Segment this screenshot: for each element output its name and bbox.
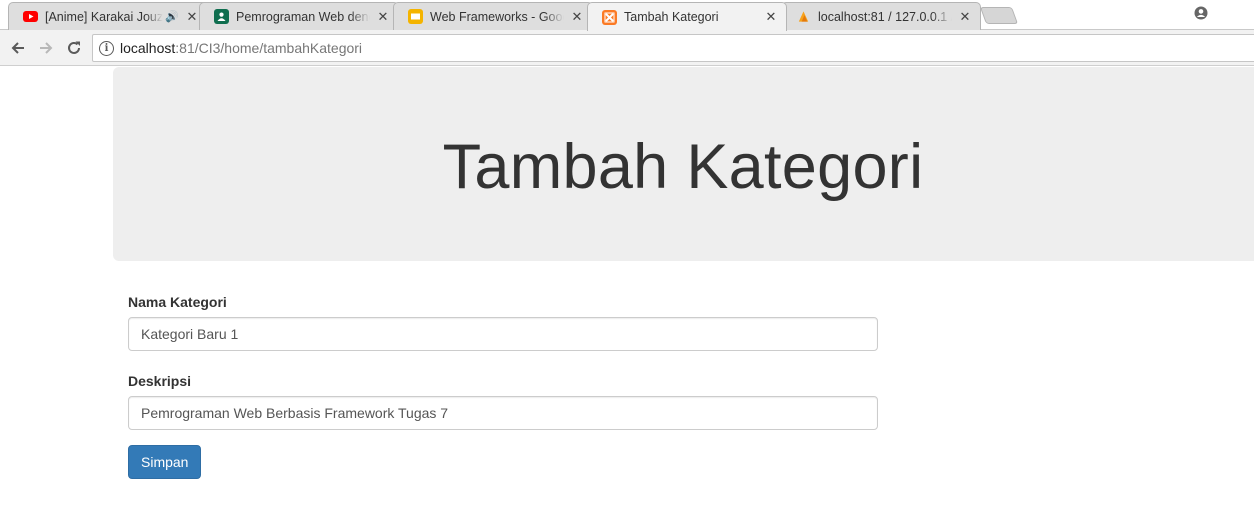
info-icon[interactable]: i [99,40,114,56]
jumbotron: Tambah Kategori [113,67,1254,261]
form-group-deskripsi: Deskripsi [128,371,878,430]
close-icon[interactable]: ✕ [764,10,778,24]
url-host: localhost [120,40,176,56]
tab-phpmyadmin[interactable]: localhost:81 / 127.0.0.1 / ✕ [781,2,981,30]
kategori-form: Nama Kategori Deskripsi Simpan [128,292,878,479]
tab-tambah-kategori[interactable]: Tambah Kategori ✕ [587,2,787,31]
tab-title: Tambah Kategori [624,10,719,24]
form-group-nama: Nama Kategori [128,292,878,351]
browser-toolbar: i localhost:81/CI3/home/tambahKategori [0,30,1254,66]
tab-slides[interactable]: Web Frameworks - Goog ✕ [393,2,593,30]
nama-kategori-label: Nama Kategori [128,294,227,310]
url-path: :81/CI3/home/tambahKategori [175,40,363,56]
close-icon[interactable]: ✕ [185,9,199,24]
new-tab-button[interactable] [979,7,1019,24]
xampp-icon [602,9,617,25]
tab-title: [Anime] Karakai Jouzu [45,9,163,24]
phpmyadmin-icon [796,9,811,24]
profile-icon[interactable] [1194,6,1208,20]
tab-classroom[interactable]: Pemrograman Web deng ✕ [199,2,399,30]
tab-youtube[interactable]: [Anime] Karakai Jouzu 🔊 ✕ [8,2,208,30]
tab-title: localhost:81 / 127.0.0.1 / [818,9,952,24]
tab-strip: [Anime] Karakai Jouzu 🔊 ✕ Pemrograman We… [0,0,1254,31]
youtube-icon [23,9,38,24]
reload-icon[interactable] [64,38,84,58]
classroom-icon [214,9,229,24]
deskripsi-label: Deskripsi [128,373,192,389]
close-icon[interactable]: ✕ [570,9,584,24]
back-arrow-icon[interactable] [8,38,28,58]
tab-title: Web Frameworks - Goog [430,9,564,24]
speaker-icon[interactable]: 🔊 [165,10,179,23]
forward-arrow-icon[interactable] [36,38,56,58]
simpan-button[interactable]: Simpan [128,445,202,479]
deskripsi-input[interactable] [128,396,878,430]
nama-kategori-input[interactable] [128,317,878,351]
slides-icon [408,9,423,24]
tab-title: Pemrograman Web deng [236,9,370,24]
page-title: Tambah Kategori [442,132,924,202]
close-icon[interactable]: ✕ [376,9,390,24]
close-icon[interactable]: ✕ [958,9,972,24]
address-bar[interactable]: i localhost:81/CI3/home/tambahKategori [92,34,1254,62]
